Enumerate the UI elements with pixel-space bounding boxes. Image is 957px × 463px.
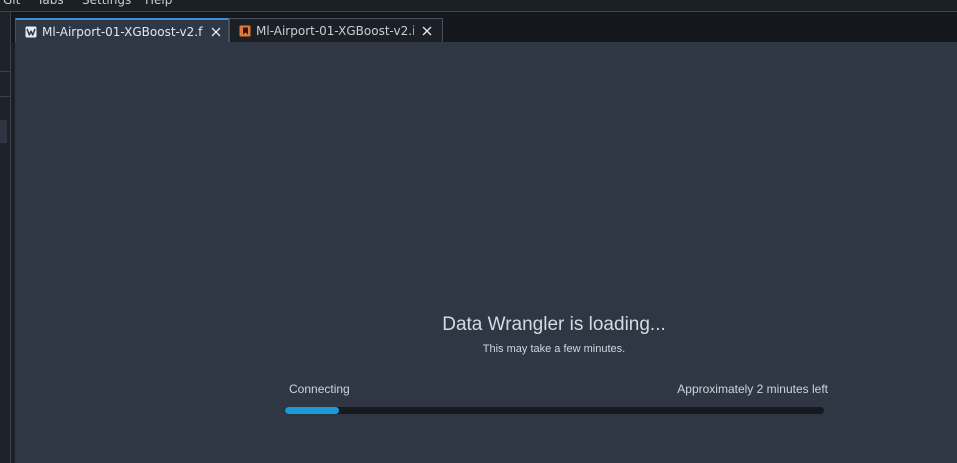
loading-subtitle: This may take a few minutes. xyxy=(482,343,626,355)
menu-bar: Git Tabs Settings Help xyxy=(0,0,957,11)
tab-bar: Ml-Airport-01-XGBoost-v2.flow Ml-Airport… xyxy=(11,12,957,43)
tab-label: Ml-Airport-01-XGBoost-v2.ipynb xyxy=(256,24,414,38)
menu-tabs[interactable]: Tabs xyxy=(37,0,64,8)
menu-git[interactable]: Git xyxy=(3,0,20,8)
time-remaining: Approximately 2 minutes left xyxy=(677,382,828,396)
notebook-icon xyxy=(239,25,251,37)
sidebar-active-indicator xyxy=(0,120,7,143)
sidebar-divider xyxy=(0,96,10,97)
menu-settings[interactable]: Settings xyxy=(82,0,131,8)
close-icon[interactable] xyxy=(209,25,223,39)
tab-notebook-file[interactable]: Ml-Airport-01-XGBoost-v2.ipynb xyxy=(229,18,443,43)
left-sidebar[interactable] xyxy=(0,12,11,463)
tab-flow-file[interactable]: Ml-Airport-01-XGBoost-v2.flow xyxy=(15,18,229,43)
sidebar-divider xyxy=(0,71,10,72)
menu-help[interactable]: Help xyxy=(145,0,172,8)
data-wrangler-panel: Data Wrangler is loading... This may tak… xyxy=(15,42,957,463)
connection-status: Connecting xyxy=(289,382,350,396)
close-icon[interactable] xyxy=(420,24,434,38)
loading-title: Data Wrangler is loading... xyxy=(442,314,666,335)
data-wrangler-icon xyxy=(25,26,37,38)
progress-bar xyxy=(285,407,824,414)
progress-bar-fill xyxy=(285,407,339,414)
tab-label: Ml-Airport-01-XGBoost-v2.flow xyxy=(42,24,203,39)
